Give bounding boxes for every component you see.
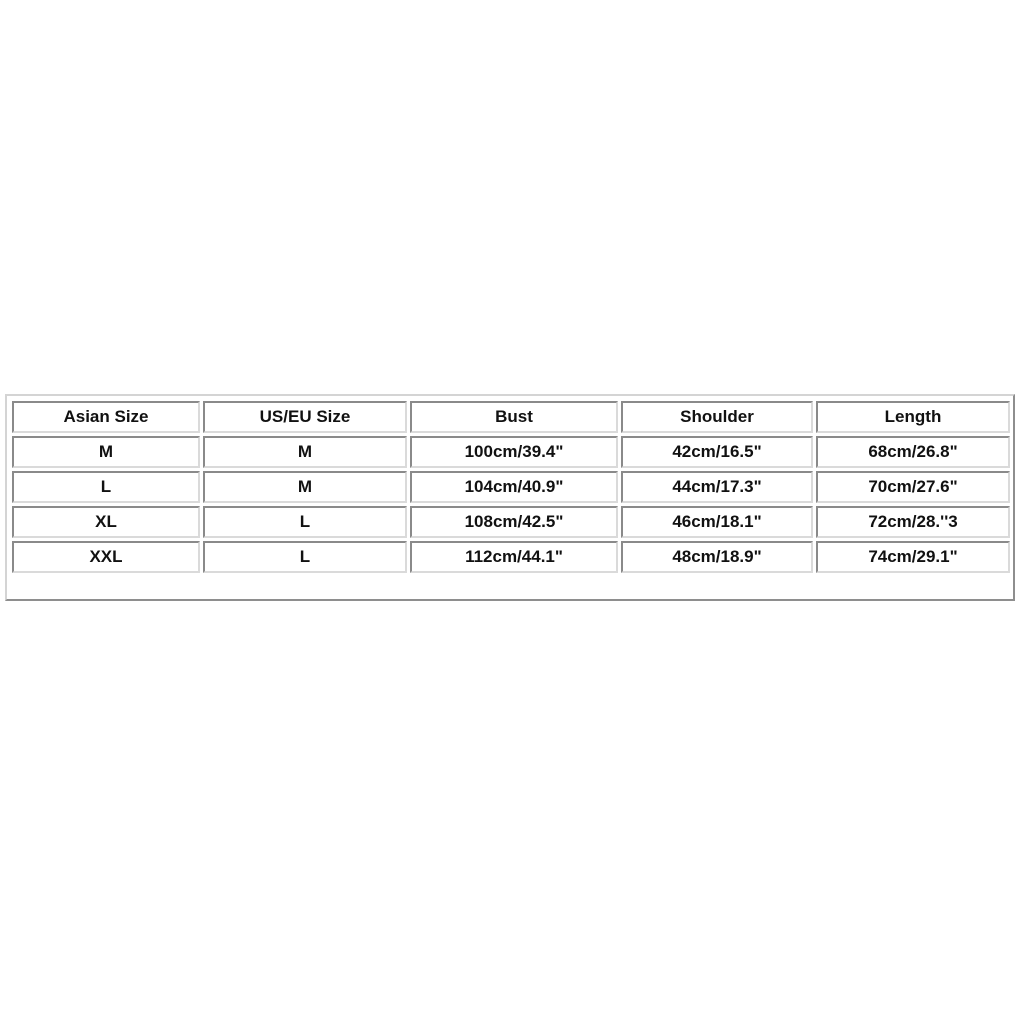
cell-asian-size: XXL xyxy=(12,541,200,573)
cell-asian-size: XL xyxy=(12,506,200,538)
cell-bust: 100cm/39.4" xyxy=(410,436,618,468)
header-row: Asian Size US/EU Size Bust Shoulder Leng… xyxy=(12,401,1010,433)
header-shoulder: Shoulder xyxy=(621,401,813,433)
cell-us-eu-size: M xyxy=(203,436,407,468)
cell-us-eu-size: L xyxy=(203,541,407,573)
table-row: XL L 108cm/42.5" 46cm/18.1" 72cm/28.''3 xyxy=(12,506,1010,538)
size-chart-table: Asian Size US/EU Size Bust Shoulder Leng… xyxy=(9,398,1013,576)
cell-shoulder: 48cm/18.9" xyxy=(621,541,813,573)
cell-length: 72cm/28.''3 xyxy=(816,506,1010,538)
cell-shoulder: 44cm/17.3" xyxy=(621,471,813,503)
cell-length: 74cm/29.1" xyxy=(816,541,1010,573)
header-bust: Bust xyxy=(410,401,618,433)
cell-asian-size: L xyxy=(12,471,200,503)
cell-length: 68cm/26.8" xyxy=(816,436,1010,468)
header-length: Length xyxy=(816,401,1010,433)
size-chart: Asian Size US/EU Size Bust Shoulder Leng… xyxy=(5,394,1015,601)
cell-bust: 108cm/42.5" xyxy=(410,506,618,538)
cell-bust: 112cm/44.1" xyxy=(410,541,618,573)
cell-us-eu-size: M xyxy=(203,471,407,503)
cell-us-eu-size: L xyxy=(203,506,407,538)
cell-shoulder: 46cm/18.1" xyxy=(621,506,813,538)
table-row: M M 100cm/39.4" 42cm/16.5" 68cm/26.8" xyxy=(12,436,1010,468)
cell-shoulder: 42cm/16.5" xyxy=(621,436,813,468)
cell-bust: 104cm/40.9" xyxy=(410,471,618,503)
table-row: L M 104cm/40.9" 44cm/17.3" 70cm/27.6" xyxy=(12,471,1010,503)
header-us-eu-size: US/EU Size xyxy=(203,401,407,433)
header-asian-size: Asian Size xyxy=(12,401,200,433)
table-row: XXL L 112cm/44.1" 48cm/18.9" 74cm/29.1" xyxy=(12,541,1010,573)
cell-asian-size: M xyxy=(12,436,200,468)
cell-length: 70cm/27.6" xyxy=(816,471,1010,503)
